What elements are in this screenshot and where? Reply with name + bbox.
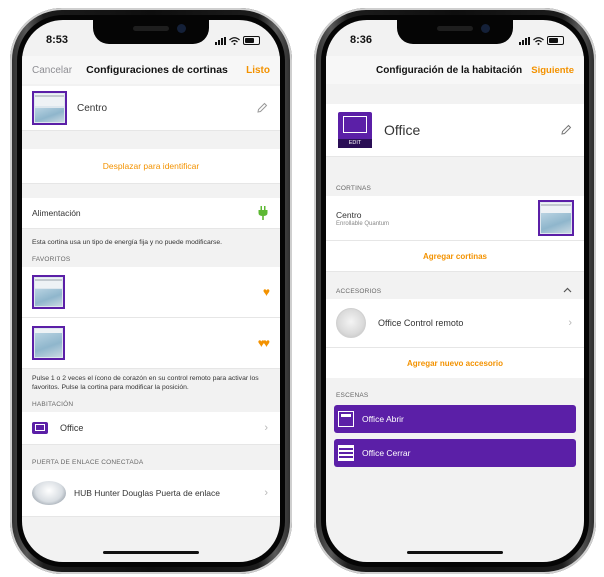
screen-shade-settings: 8:53 Cancelar Configuraciones de cortina… [22, 20, 280, 562]
add-shades-link[interactable]: Agregar cortinas [423, 252, 487, 261]
plug-icon [258, 206, 268, 220]
tv-icon [32, 422, 48, 434]
battery-icon [243, 36, 260, 45]
done-button[interactable]: Listo [246, 65, 270, 76]
favorite-thumbnail [32, 326, 65, 360]
scene-label: Office Cerrar [362, 448, 411, 458]
wifi-icon [229, 36, 240, 45]
notch [397, 20, 513, 44]
scenes-header: ESCENAS [336, 392, 369, 399]
page-title: Configuraciones de cortinas [86, 64, 228, 76]
signal-icon [215, 36, 226, 45]
pencil-icon[interactable] [256, 102, 268, 114]
add-accessory-link[interactable]: Agregar nuevo accesorio [407, 359, 503, 368]
next-button[interactable]: Siguiente [531, 65, 574, 76]
identify-link[interactable]: Desplazar para identificar [103, 161, 199, 171]
gateway-row[interactable]: HUB Hunter Douglas Puerta de enlace › [22, 470, 280, 517]
room-header: HABITACIÓN [32, 401, 74, 408]
home-indicator[interactable] [407, 551, 503, 554]
shade-thumbnail [538, 200, 574, 236]
accessory-name: Office Control remoto [378, 318, 464, 328]
edit-badge: EDIT [338, 139, 372, 148]
shade-thumbnail [32, 91, 67, 125]
wifi-icon [533, 36, 544, 45]
favorites-note: Pulse 1 o 2 veces el ícono de corazón en… [32, 375, 259, 391]
room-name: Office [60, 423, 84, 433]
settings-content: Centro Desplazar para identificar Alimen… [22, 86, 280, 562]
power-row: Alimentación [22, 198, 280, 229]
shades-header: CORTINAS [336, 185, 372, 192]
notch [93, 20, 209, 44]
accessories-header: ACCESORIOS [336, 288, 382, 295]
chevron-right-icon: › [264, 422, 268, 434]
phone-bezel: 8:36 Configuración de la habitación Sigu… [321, 15, 589, 567]
room-name-row[interactable]: EDIT Office [326, 104, 584, 157]
identify-row[interactable]: Desplazar para identificar [22, 149, 280, 184]
add-accessory-row[interactable]: Agregar nuevo accesorio [326, 348, 584, 378]
scene-button-close[interactable]: Office Cerrar [334, 439, 576, 467]
add-shades-row[interactable]: Agregar cortinas [326, 241, 584, 272]
power-label: Alimentación [32, 208, 81, 218]
scene-close-icon [338, 445, 354, 461]
double-heart-icon[interactable]: ♥♥ [258, 336, 270, 350]
scene-label: Office Abrir [362, 414, 404, 424]
shade-name-row[interactable]: Centro [22, 86, 280, 131]
status-time: 8:36 [350, 34, 373, 46]
hub-icon [32, 481, 66, 505]
phone-bezel: 8:53 Cancelar Configuraciones de cortina… [17, 15, 285, 567]
scene-open-icon [338, 411, 354, 427]
room-content: EDIT Office CORTINAS Centro Enrollable Q… [326, 86, 584, 562]
gateway-header: PUERTA DE ENLACE CONECTADA [32, 459, 144, 466]
remote-icon [336, 308, 366, 338]
shade-name: Centro [336, 209, 362, 220]
shade-name: Centro [77, 102, 108, 114]
phone-left: 8:53 Cancelar Configuraciones de cortina… [10, 8, 292, 574]
gateway-name: HUB Hunter Douglas Puerta de enlace [74, 488, 220, 498]
favorite-row-1[interactable]: ♥ [22, 267, 280, 318]
favorites-header: FAVORITOS [32, 256, 71, 263]
pencil-icon[interactable] [560, 124, 572, 136]
accessory-row[interactable]: Office Control remoto › [326, 299, 584, 348]
favorite-thumbnail [32, 275, 65, 309]
screen-room-settings: 8:36 Configuración de la habitación Sigu… [326, 20, 584, 562]
room-icon-edit[interactable]: EDIT [338, 112, 372, 148]
phone-right: 8:36 Configuración de la habitación Sigu… [314, 8, 596, 574]
accessories-header-row[interactable]: ACCESORIOS [326, 272, 584, 299]
shade-info: Centro Enrollable Quantum [336, 210, 389, 227]
shade-row[interactable]: Centro Enrollable Quantum [326, 196, 584, 241]
room-row[interactable]: Office › [22, 412, 280, 445]
favorite-row-2[interactable]: ♥♥ [22, 318, 280, 369]
battery-icon [547, 36, 564, 45]
power-note: Esta cortina usa un tipo de energía fija… [32, 239, 223, 246]
tv-icon [343, 116, 367, 133]
signal-icon [519, 36, 530, 45]
room-name: Office [384, 122, 421, 138]
scene-button-open[interactable]: Office Abrir [334, 405, 576, 433]
nav-bar: Configuración de la habitación Siguiente [326, 56, 584, 84]
heart-icon[interactable]: ♥ [263, 285, 270, 299]
chevron-right-icon: › [568, 317, 572, 329]
chevron-right-icon: › [264, 487, 268, 499]
shade-type: Enrollable Quantum [336, 220, 390, 227]
chevron-up-icon[interactable] [563, 287, 572, 293]
status-time: 8:53 [46, 34, 69, 46]
status-icons [215, 36, 260, 45]
nav-bar: Cancelar Configuraciones de cortinas Lis… [22, 56, 280, 84]
status-icons [519, 36, 564, 45]
home-indicator[interactable] [103, 551, 199, 554]
